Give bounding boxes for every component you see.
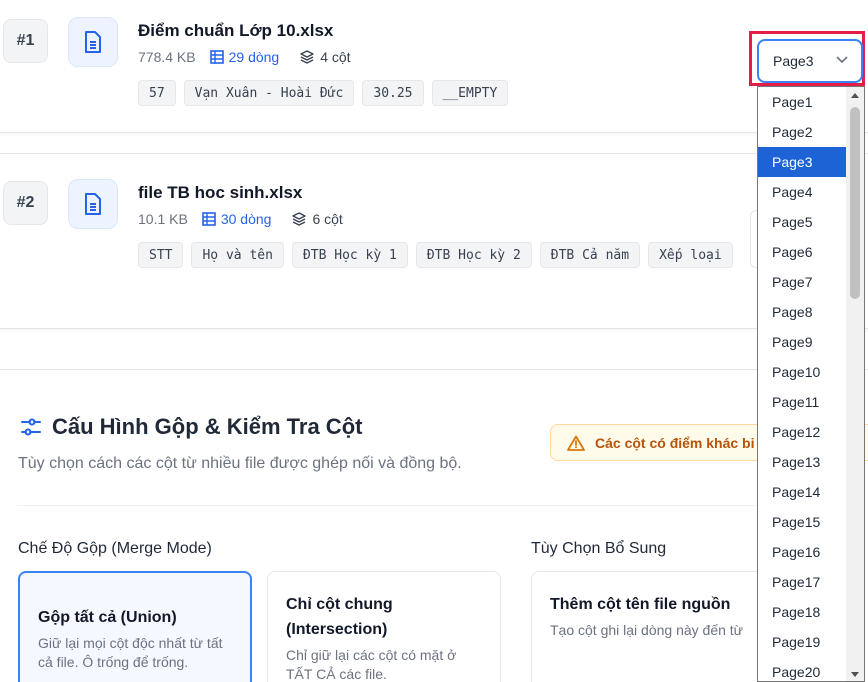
extra-options-label: Tùy Chọn Bổ Sung: [531, 540, 667, 557]
sheet-option[interactable]: Page6: [758, 237, 846, 267]
merge-mode-label: Chế Độ Gộp (Merge Mode): [18, 540, 212, 557]
file-meta: 778.4 KB 29 dòng 4 cột: [138, 49, 351, 65]
sheet-options-list[interactable]: Page20 Page19 Page18 Page17 Page16 Page15 Page…: [757, 86, 865, 682]
sheet-option[interactable]: Page13: [758, 447, 846, 477]
column-chip: 57: [138, 80, 176, 106]
config-title: Cấu Hình Gộp & Kiểm Tra Cột: [52, 414, 363, 439]
merge-option-union[interactable]: Gộp tất cả (Union) Giữ lại mọi cột độc n…: [18, 571, 252, 682]
option-title: Thêm cột tên file nguồn: [550, 596, 731, 613]
row-count: 30 dòng: [202, 211, 272, 227]
sheet-option[interactable]: Page11: [758, 387, 846, 417]
file-meta: 10.1 KB 30 dòng 6 cột: [138, 211, 343, 227]
merge-option-intersection[interactable]: Chỉ cột chung (Intersection) Chỉ giữ lại…: [267, 571, 501, 682]
option-title: Chỉ cột chung (Intersection): [286, 596, 393, 638]
sheet-option[interactable]: Page20: [758, 657, 846, 681]
config-header: Cấu Hình Gộp & Kiểm Tra Cột: [20, 414, 362, 440]
sheet-option[interactable]: Page8: [758, 297, 846, 327]
config-subtitle: Tùy chọn cách các cột từ nhiều file được…: [18, 455, 462, 472]
scroll-up-arrow[interactable]: [851, 93, 859, 98]
option-desc: Chỉ giữ lại các cột có mặt ở TẤT CẢ các …: [286, 647, 457, 682]
sliders-icon: [21, 418, 41, 436]
scrollbar[interactable]: [846, 87, 864, 681]
sheet-select-value: Page3: [773, 53, 814, 69]
file-name: file TB hoc sinh.xlsx: [138, 183, 303, 202]
file-card: #2 file TB hoc sinh.xlsx 10.1 KB 30 dòng…: [0, 153, 868, 329]
column-count: 6 cột: [291, 211, 343, 227]
sheet-option[interactable]: Page3: [758, 147, 846, 177]
column-count: 4 cột: [299, 49, 351, 65]
column-chip: ĐTB Học kỳ 2: [415, 242, 532, 268]
row-count: 29 dòng: [209, 49, 280, 65]
table-icon: [209, 50, 224, 64]
column-chip: Vạn Xuân - Hoài Đức: [183, 80, 355, 106]
file-name: Điểm chuẩn Lớp 10.xlsx: [138, 21, 334, 40]
divider: [0, 369, 868, 370]
layers-icon: [292, 212, 307, 226]
column-chip: __EMPTY: [431, 80, 509, 106]
file-rank: #2: [3, 181, 48, 225]
sheet-option[interactable]: Page7: [758, 267, 846, 297]
column-chips: 57 Vạn Xuân - Hoài Đức 30.25 __EMPTY: [138, 80, 738, 106]
option-desc: Giữ lại mọi cột độc nhất từ tất cả file.…: [38, 635, 223, 670]
spreadsheet-file-icon: [68, 179, 118, 229]
file-card: #1 Điểm chuẩn Lớp 10.xlsx 778.4 KB 29 dò…: [0, 0, 868, 133]
divider: [18, 505, 758, 506]
row-count-label: 29 dòng: [228, 49, 280, 65]
table-icon: [202, 212, 216, 226]
option-desc: Tạo cột ghi lại dòng này đến từ: [550, 622, 744, 638]
sheet-option[interactable]: Page10: [758, 357, 846, 387]
sheet-option[interactable]: Page18: [758, 597, 846, 627]
file-rank: #1: [3, 19, 48, 63]
sheet-option[interactable]: Page4: [758, 177, 846, 207]
warning-text: Các cột có điểm khác bi: [595, 434, 755, 451]
scrollbar-thumb[interactable]: [850, 107, 860, 299]
column-chip: ĐTB Cả năm: [539, 242, 641, 268]
sheet-option[interactable]: Page17: [758, 567, 846, 597]
add-source-column-option[interactable]: Thêm cột tên file nguồn Tạo cột ghi lại …: [531, 571, 771, 682]
column-count-label: 6 cột: [312, 211, 343, 227]
file-size: 778.4 KB: [138, 49, 196, 65]
scroll-down-arrow[interactable]: [851, 672, 859, 677]
warning-icon: [567, 435, 585, 451]
sheet-option[interactable]: Page12: [758, 417, 846, 447]
spreadsheet-file-icon: [68, 17, 118, 67]
sheet-option[interactable]: Page9: [758, 327, 846, 357]
sheet-option[interactable]: Page15: [758, 507, 846, 537]
sheet-option[interactable]: Page14: [758, 477, 846, 507]
sheet-option[interactable]: Page19: [758, 627, 846, 657]
sheet-select[interactable]: Page3: [757, 39, 863, 83]
sheet-option[interactable]: Page5: [758, 207, 846, 237]
column-chips: STT Họ và tên ĐTB Học kỳ 1 ĐTB Học kỳ 2 …: [138, 242, 738, 268]
column-chip: Họ và tên: [191, 242, 284, 268]
sheet-option[interactable]: Page1: [758, 87, 846, 117]
column-chip: Xếp loại: [648, 242, 733, 268]
column-count-label: 4 cột: [320, 49, 351, 65]
file-size: 10.1 KB: [138, 211, 188, 227]
column-chip: ĐTB Học kỳ 1: [291, 242, 408, 268]
sheet-option[interactable]: Page2: [758, 117, 846, 147]
row-count-label: 30 dòng: [220, 211, 272, 227]
column-chip: 30.25: [362, 80, 424, 106]
layers-icon: [300, 50, 314, 64]
sheet-option[interactable]: Page16: [758, 537, 846, 567]
option-title: Gộp tất cả (Union): [38, 609, 177, 626]
chevron-down-icon: [836, 56, 848, 64]
column-chip: STT: [138, 242, 184, 268]
